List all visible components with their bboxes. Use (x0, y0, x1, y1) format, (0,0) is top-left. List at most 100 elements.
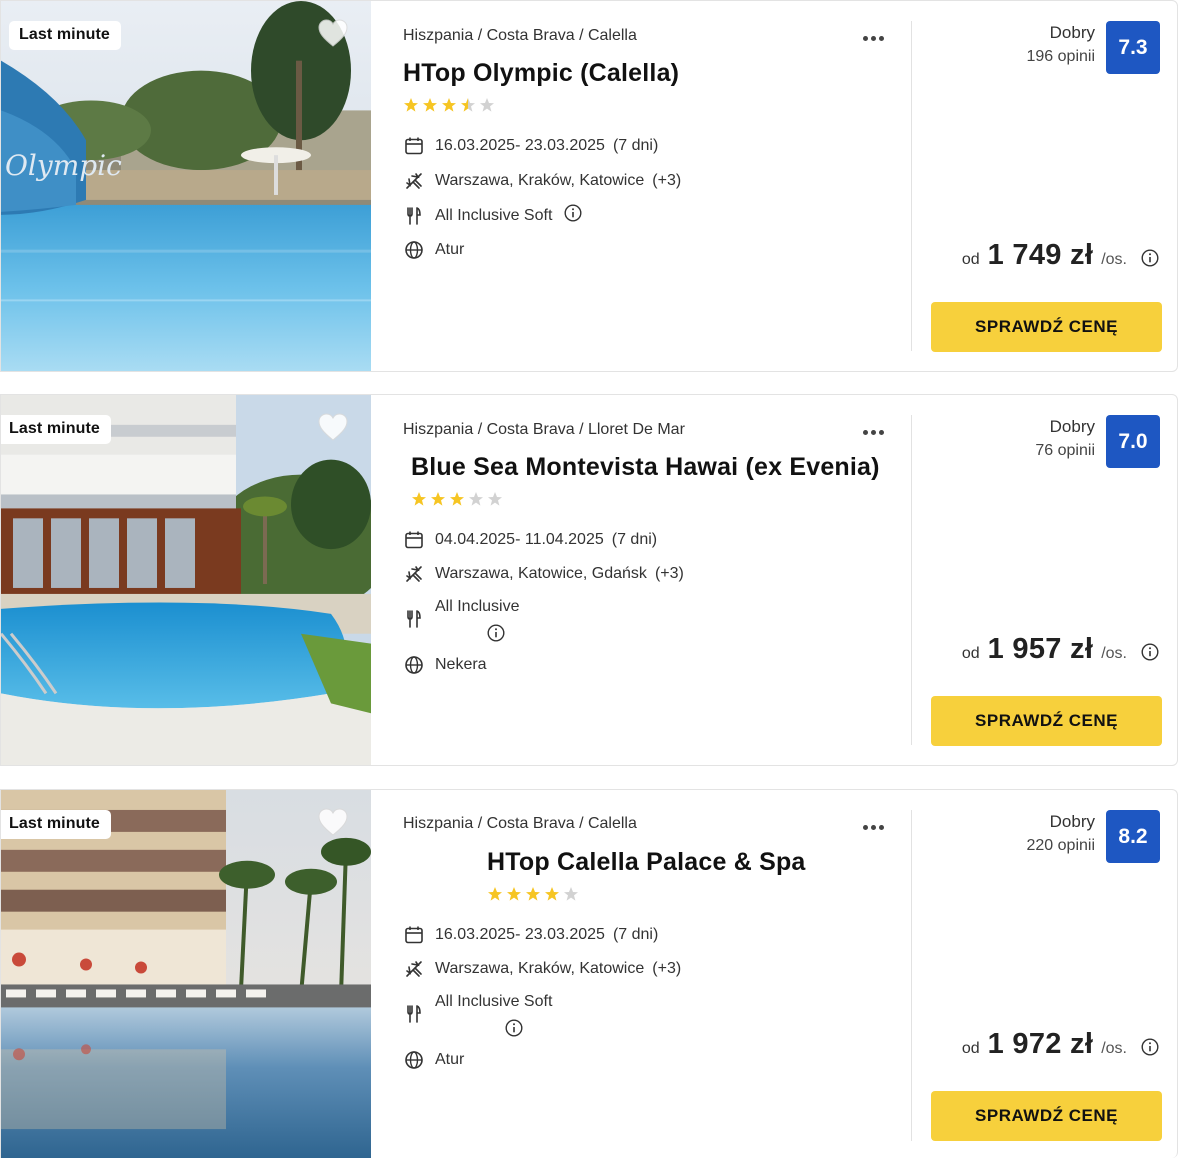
operator-text: Nekera (435, 656, 487, 673)
offer-card[interactable]: Last minute Hiszpania / Costa Brava / Ca… (0, 789, 1178, 1158)
calendar-icon (403, 924, 425, 946)
breadcrumb[interactable]: Hiszpania / Costa Brava / Lloret De Mar (403, 421, 685, 439)
board-row: All Inclusive Soft (403, 993, 552, 1042)
rating-label: Dobry (1049, 23, 1095, 42)
price-amount: 1 749 zł (987, 239, 1094, 271)
check-price-button[interactable]: SPRAWDŹ CENĘ (931, 696, 1162, 746)
star-icon (545, 887, 559, 901)
departures-row: Warszawa, Katowice, Gdańsk (+3) (403, 563, 684, 585)
calendar-icon (403, 135, 425, 157)
offer-info: Hiszpania / Costa Brava / Calella HTop C… (403, 790, 903, 1158)
star-rating (487, 886, 579, 902)
divider (911, 21, 912, 351)
info-icon[interactable] (1141, 640, 1159, 663)
hotel-photo[interactable] (1, 790, 371, 1158)
operator-row: Atur (403, 1049, 464, 1071)
more-dots-icon[interactable] (863, 28, 889, 42)
svg-text:Olympic: Olympic (5, 149, 122, 182)
dates-text: 16.03.2025- 23.03.2025 (435, 137, 605, 154)
heart-icon[interactable] (317, 807, 349, 837)
board-row: All Inclusive Soft (403, 204, 582, 227)
info-icon[interactable] (487, 624, 519, 647)
more-dots-icon[interactable] (863, 422, 889, 436)
price-prefix: od (961, 645, 980, 662)
duration-text: (7 dni) (612, 926, 659, 943)
price-prefix: od (961, 1040, 980, 1057)
operator-text: Atur (435, 241, 465, 258)
globe-icon (403, 1049, 425, 1071)
rating-count[interactable]: 76 opinii (1035, 442, 1095, 460)
info-icon[interactable] (1141, 1035, 1159, 1058)
departures-more[interactable]: (+3) (655, 565, 684, 583)
departures-text: Warszawa, Kraków, Katowice (435, 172, 645, 189)
dates-row: 04.04.2025- 11.04.2025 (7 dni) (403, 529, 657, 551)
rating-label: Dobry (1049, 812, 1095, 831)
info-icon[interactable] (564, 204, 582, 227)
heart-icon[interactable] (317, 412, 349, 442)
star-icon (450, 492, 464, 506)
divider (911, 810, 912, 1141)
departures-text: Warszawa, Katowice, Gdańsk (435, 565, 647, 582)
breadcrumb[interactable]: Hiszpania / Costa Brava / Calella (403, 815, 637, 833)
last-minute-badge: Last minute (1, 810, 111, 839)
price-suffix: /os. (1101, 1040, 1127, 1057)
calendar-icon (403, 529, 425, 551)
rating-count[interactable]: 220 opinii (1027, 837, 1096, 855)
hotel-name[interactable]: Blue Sea Montevista Hawai (ex Evenia) (411, 453, 880, 482)
info-icon[interactable] (505, 1019, 552, 1042)
duration-text: (7 dni) (612, 137, 659, 154)
more-dots-icon[interactable] (863, 817, 889, 831)
offer-card[interactable]: Olympic Last minute Hiszpania / Costa Br… (0, 0, 1178, 372)
check-price-button[interactable]: SPRAWDŹ CENĘ (931, 302, 1162, 352)
departures-more[interactable]: (+3) (652, 960, 681, 978)
check-price-button[interactable]: SPRAWDŹ CENĘ (931, 1091, 1162, 1141)
dates-row: 16.03.2025- 23.03.2025 (7 dni) (403, 924, 658, 946)
hotel-name[interactable]: HTop Calella Palace & Spa (487, 848, 806, 877)
dates-text: 16.03.2025- 23.03.2025 (435, 926, 605, 943)
cutlery-icon (403, 205, 425, 227)
board-text: All Inclusive Soft (435, 993, 553, 1010)
star-rating (411, 491, 503, 507)
offer-card[interactable]: Last minute Hiszpania / Costa Brava / Ll… (0, 394, 1178, 766)
star-icon (404, 98, 418, 112)
price-block: od 1 972 zł /os. (962, 1028, 1159, 1061)
heart-icon[interactable] (317, 18, 349, 48)
operator-row: Nekera (403, 654, 487, 676)
breadcrumb[interactable]: Hiszpania / Costa Brava / Calella (403, 27, 637, 45)
divider (911, 415, 912, 745)
globe-icon (403, 654, 425, 676)
board-text: All Inclusive (435, 598, 520, 615)
star-icon (488, 492, 502, 506)
rating-count[interactable]: 196 opinii (1027, 48, 1096, 66)
star-icon (480, 98, 494, 112)
departures-more[interactable]: (+3) (652, 172, 681, 190)
cutlery-icon (403, 608, 425, 630)
hotel-photo[interactable] (1, 395, 371, 765)
offer-info: Hiszpania / Costa Brava / Lloret De Mar … (403, 395, 903, 765)
hotel-name[interactable]: HTop Olympic (Calella) (403, 59, 679, 88)
departures-row: Warszawa, Kraków, Katowice (+3) (403, 958, 681, 980)
price-prefix: od (961, 251, 980, 268)
info-icon[interactable] (1141, 246, 1159, 269)
hotel-photo[interactable]: Olympic (1, 1, 371, 371)
star-icon (564, 887, 578, 901)
operator-text: Atur (435, 1051, 465, 1068)
board-group: All Inclusive (435, 598, 519, 647)
star-icon (507, 887, 521, 901)
operator-row: Atur (403, 239, 464, 261)
star-rating (403, 97, 495, 113)
star-icon (469, 492, 483, 506)
departures-row: Warszawa, Kraków, Katowice (+3) (403, 170, 681, 192)
score-badge: 7.3 (1106, 21, 1160, 74)
plane-icon (403, 170, 425, 192)
plane-icon (403, 563, 425, 585)
dates-row: 16.03.2025- 23.03.2025 (7 dni) (403, 135, 658, 157)
board-row: All Inclusive (403, 598, 519, 647)
price-block: od 1 749 zł /os. (962, 239, 1159, 272)
star-icon (488, 887, 502, 901)
star-icon (423, 98, 437, 112)
globe-icon (403, 239, 425, 261)
duration-text: (7 dni) (611, 531, 658, 548)
last-minute-badge: Last minute (1, 415, 111, 444)
board-group: All Inclusive Soft (435, 993, 552, 1042)
